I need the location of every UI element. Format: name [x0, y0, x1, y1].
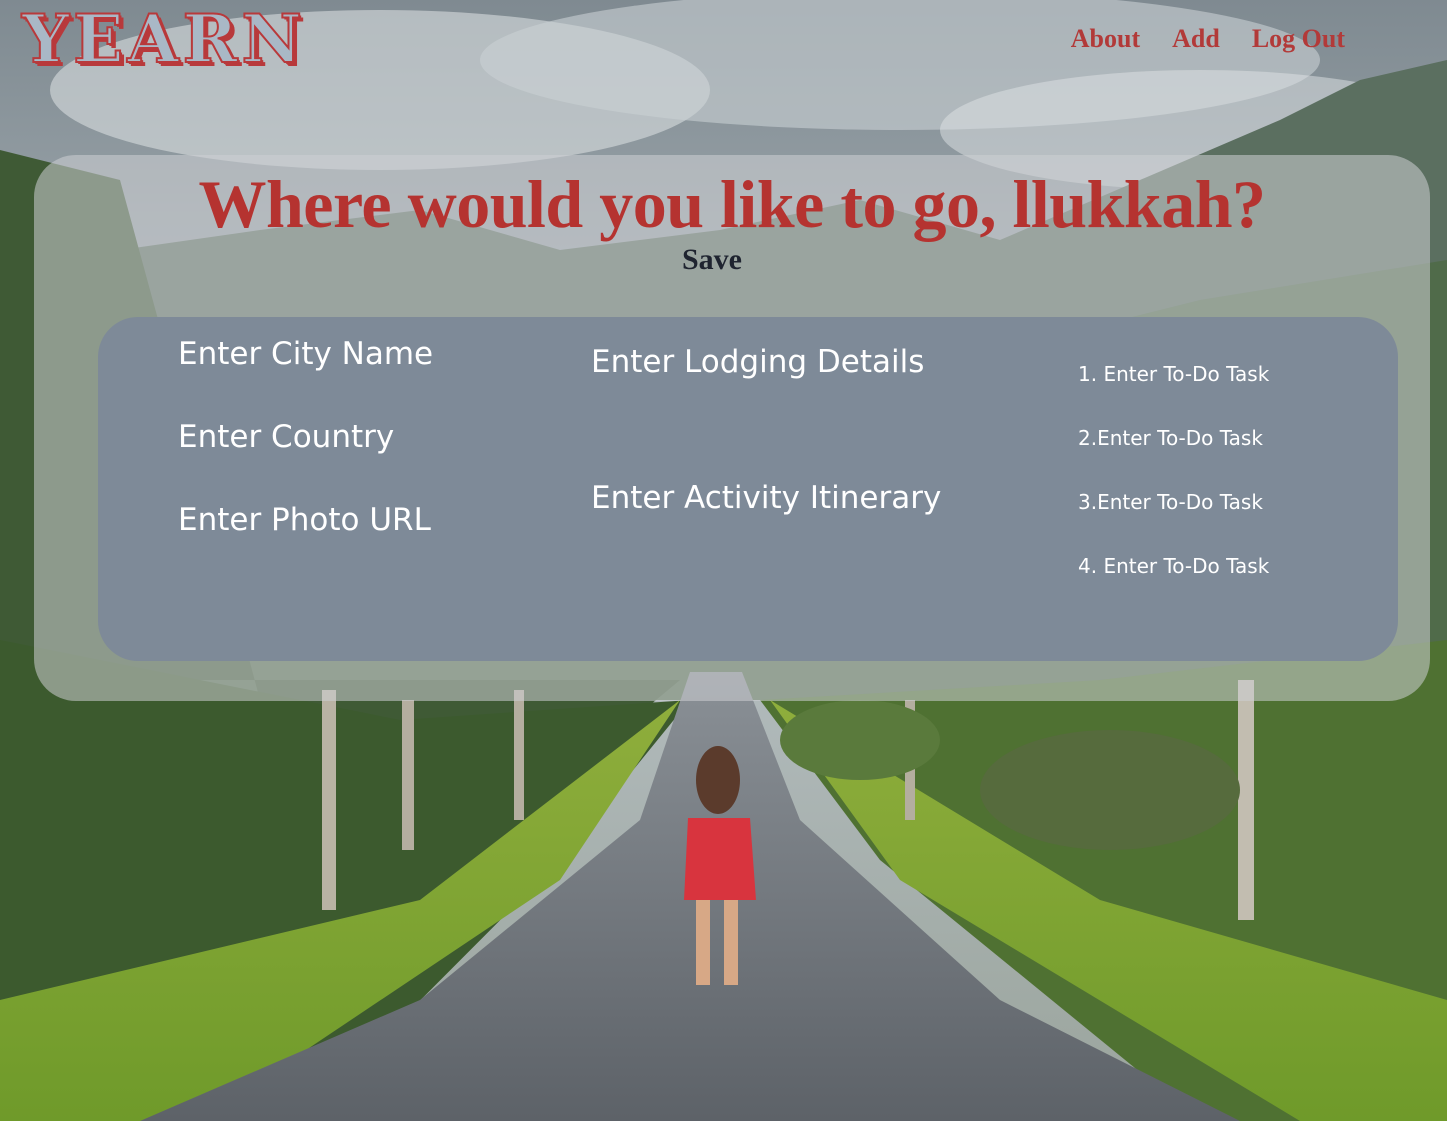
lodging-details-input[interactable] [591, 341, 1011, 383]
activity-itinerary-input[interactable] [591, 477, 1011, 519]
trip-form-panel [98, 317, 1398, 661]
nav-logout-link[interactable]: Log Out [1252, 24, 1345, 54]
todo-task-input-3[interactable] [1078, 487, 1308, 517]
page-title: Where would you like to go, llukkah? [198, 166, 1266, 242]
country-input[interactable] [178, 416, 538, 458]
photo-url-input[interactable] [178, 499, 538, 541]
todo-task-input-2[interactable] [1078, 423, 1308, 453]
todo-task-input-4[interactable] [1078, 551, 1308, 581]
save-button[interactable]: Save [682, 243, 742, 277]
nav-about-link[interactable]: About [1071, 24, 1140, 54]
trip-form-card: Where would you like to go, llukkah? Sav… [34, 155, 1430, 701]
city-name-input[interactable] [178, 333, 538, 375]
nav-add-link[interactable]: Add [1172, 24, 1220, 54]
top-nav: About Add Log Out [1071, 24, 1345, 54]
todo-task-input-1[interactable] [1078, 359, 1308, 389]
app-logo[interactable]: YEARN [21, 5, 306, 73]
